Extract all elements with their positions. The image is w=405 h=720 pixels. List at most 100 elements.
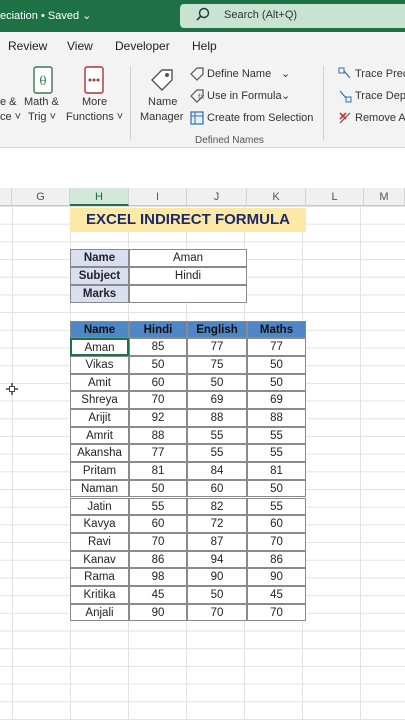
use-in-formula-button[interactable]: Use in Formula: [207, 90, 282, 102]
table-cell-english[interactable]: 55: [187, 444, 247, 463]
table-cell-english[interactable]: 60: [187, 479, 247, 498]
table-cell-english[interactable]: 75: [187, 355, 247, 374]
table-cell-name[interactable]: Amrit: [70, 426, 129, 445]
search-box[interactable]: Search (Alt+Q): [180, 4, 405, 28]
table-cell-english[interactable]: 69: [187, 391, 247, 409]
column-header-m[interactable]: M: [364, 188, 405, 206]
table-cell-hindi[interactable]: 81: [129, 462, 187, 480]
table-cell-hindi[interactable]: 60: [129, 373, 187, 392]
table-header-hindi[interactable]: Hindi: [129, 320, 187, 339]
table-cell-name[interactable]: Arijit: [70, 409, 129, 427]
table-cell-name[interactable]: Ravi: [70, 532, 129, 551]
table-cell-hindi[interactable]: 92: [129, 409, 187, 427]
info-label-marks[interactable]: Marks: [70, 285, 129, 303]
table-cell-maths[interactable]: 55: [247, 497, 306, 516]
table-cell-name[interactable]: Rama: [70, 568, 129, 586]
table-cell-english[interactable]: 50: [187, 586, 247, 604]
table-cell-maths[interactable]: 70: [247, 532, 306, 551]
table-cell-name[interactable]: Kanav: [70, 550, 129, 569]
table-cell-maths[interactable]: 50: [247, 355, 306, 374]
tab-view[interactable]: View: [67, 39, 93, 53]
use-in-formula-chevron-icon[interactable]: ⌄: [281, 89, 290, 102]
table-cell-hindi[interactable]: 85: [129, 338, 187, 356]
column-header-l[interactable]: L: [306, 188, 364, 206]
column-header-i[interactable]: I: [129, 188, 187, 206]
table-cell-name[interactable]: Akansha: [70, 444, 129, 463]
table-cell-hindi[interactable]: 55: [129, 497, 187, 516]
table-cell-maths[interactable]: 50: [247, 479, 306, 498]
more-functions-button[interactable]: More: [82, 96, 107, 108]
table-cell-name[interactable]: Kritika: [70, 586, 129, 604]
table-cell-maths[interactable]: 90: [247, 568, 306, 586]
table-cell-maths[interactable]: 81: [247, 462, 306, 480]
math-trig-button-label[interactable]: Trig ˅: [28, 111, 56, 123]
name-manager-button[interactable]: Name: [148, 96, 177, 108]
define-name-chevron-icon[interactable]: ⌄: [281, 67, 290, 80]
table-cell-english[interactable]: 87: [187, 532, 247, 551]
select-all-corner[interactable]: [0, 188, 12, 206]
table-cell-english[interactable]: 84: [187, 462, 247, 480]
table-cell-english[interactable]: 82: [187, 497, 247, 516]
define-name-button[interactable]: Define Name: [207, 68, 271, 80]
create-from-selection-button[interactable]: Create from Selection: [207, 112, 313, 124]
column-header-h[interactable]: H: [70, 188, 129, 206]
column-header-j[interactable]: J: [187, 188, 247, 206]
table-cell-name[interactable]: Pritam: [70, 462, 129, 480]
table-cell-english[interactable]: 70: [187, 603, 247, 622]
table-cell-name[interactable]: Aman: [70, 338, 129, 356]
table-cell-name[interactable]: Anjali: [70, 603, 129, 622]
info-value-name[interactable]: Aman: [129, 249, 247, 267]
column-header-k[interactable]: K: [247, 188, 306, 206]
table-cell-hindi[interactable]: 88: [129, 426, 187, 445]
table-cell-maths[interactable]: 55: [247, 426, 306, 445]
name-manager-button-label[interactable]: Manager: [140, 111, 183, 123]
table-cell-name[interactable]: Shreya: [70, 391, 129, 409]
info-label-name[interactable]: Name: [70, 249, 129, 267]
table-cell-hindi[interactable]: 77: [129, 444, 187, 463]
table-cell-name[interactable]: Vikas: [70, 355, 129, 374]
table-cell-english[interactable]: 55: [187, 426, 247, 445]
table-cell-name[interactable]: Jatin: [70, 497, 129, 516]
document-title[interactable]: eciation • Saved ⌄: [0, 9, 91, 22]
table-cell-maths[interactable]: 55: [247, 444, 306, 463]
table-cell-hindi[interactable]: 86: [129, 550, 187, 569]
math-trig-button[interactable]: Math &: [24, 96, 59, 108]
table-cell-english[interactable]: 88: [187, 409, 247, 427]
table-cell-hindi[interactable]: 70: [129, 532, 187, 551]
table-cell-english[interactable]: 94: [187, 550, 247, 569]
table-cell-maths[interactable]: 60: [247, 515, 306, 533]
table-cell-maths[interactable]: 86: [247, 550, 306, 569]
remove-arrows-button[interactable]: Remove A: [355, 112, 405, 124]
info-value-marks[interactable]: [129, 285, 247, 303]
info-value-subject[interactable]: Hindi: [129, 267, 247, 285]
table-cell-maths[interactable]: 69: [247, 391, 306, 409]
table-cell-english[interactable]: 77: [187, 338, 247, 356]
table-cell-english[interactable]: 90: [187, 568, 247, 586]
trace-precedents-button[interactable]: Trace Prec: [355, 68, 405, 80]
ribbon-partial-label-2[interactable]: ce ˅: [0, 111, 21, 123]
more-functions-button-label[interactable]: Functions ˅: [66, 111, 123, 123]
table-header-english[interactable]: English: [187, 320, 247, 339]
table-cell-hindi[interactable]: 90: [129, 603, 187, 622]
table-cell-name[interactable]: Naman: [70, 479, 129, 498]
tab-help[interactable]: Help: [192, 39, 217, 53]
table-cell-hindi[interactable]: 50: [129, 479, 187, 498]
table-cell-hindi[interactable]: 60: [129, 515, 187, 533]
table-cell-english[interactable]: 72: [187, 515, 247, 533]
table-cell-maths[interactable]: 70: [247, 603, 306, 622]
trace-dependents-button[interactable]: Trace Dep: [355, 90, 405, 102]
table-cell-maths[interactable]: 77: [247, 338, 306, 356]
table-cell-name[interactable]: Amit: [70, 373, 129, 392]
info-label-subject[interactable]: Subject: [70, 267, 129, 285]
table-cell-hindi[interactable]: 70: [129, 391, 187, 409]
table-header-name[interactable]: Name: [70, 320, 129, 339]
table-cell-english[interactable]: 50: [187, 373, 247, 392]
ribbon-partial-label[interactable]: e &: [0, 96, 17, 108]
table-cell-maths[interactable]: 50: [247, 373, 306, 392]
table-cell-hindi[interactable]: 98: [129, 568, 187, 586]
column-header-g[interactable]: G: [12, 188, 70, 206]
table-cell-maths[interactable]: 88: [247, 409, 306, 427]
chevron-down-icon[interactable]: ⌄: [82, 10, 91, 22]
tab-review[interactable]: Review: [8, 39, 47, 53]
table-cell-hindi[interactable]: 45: [129, 586, 187, 604]
